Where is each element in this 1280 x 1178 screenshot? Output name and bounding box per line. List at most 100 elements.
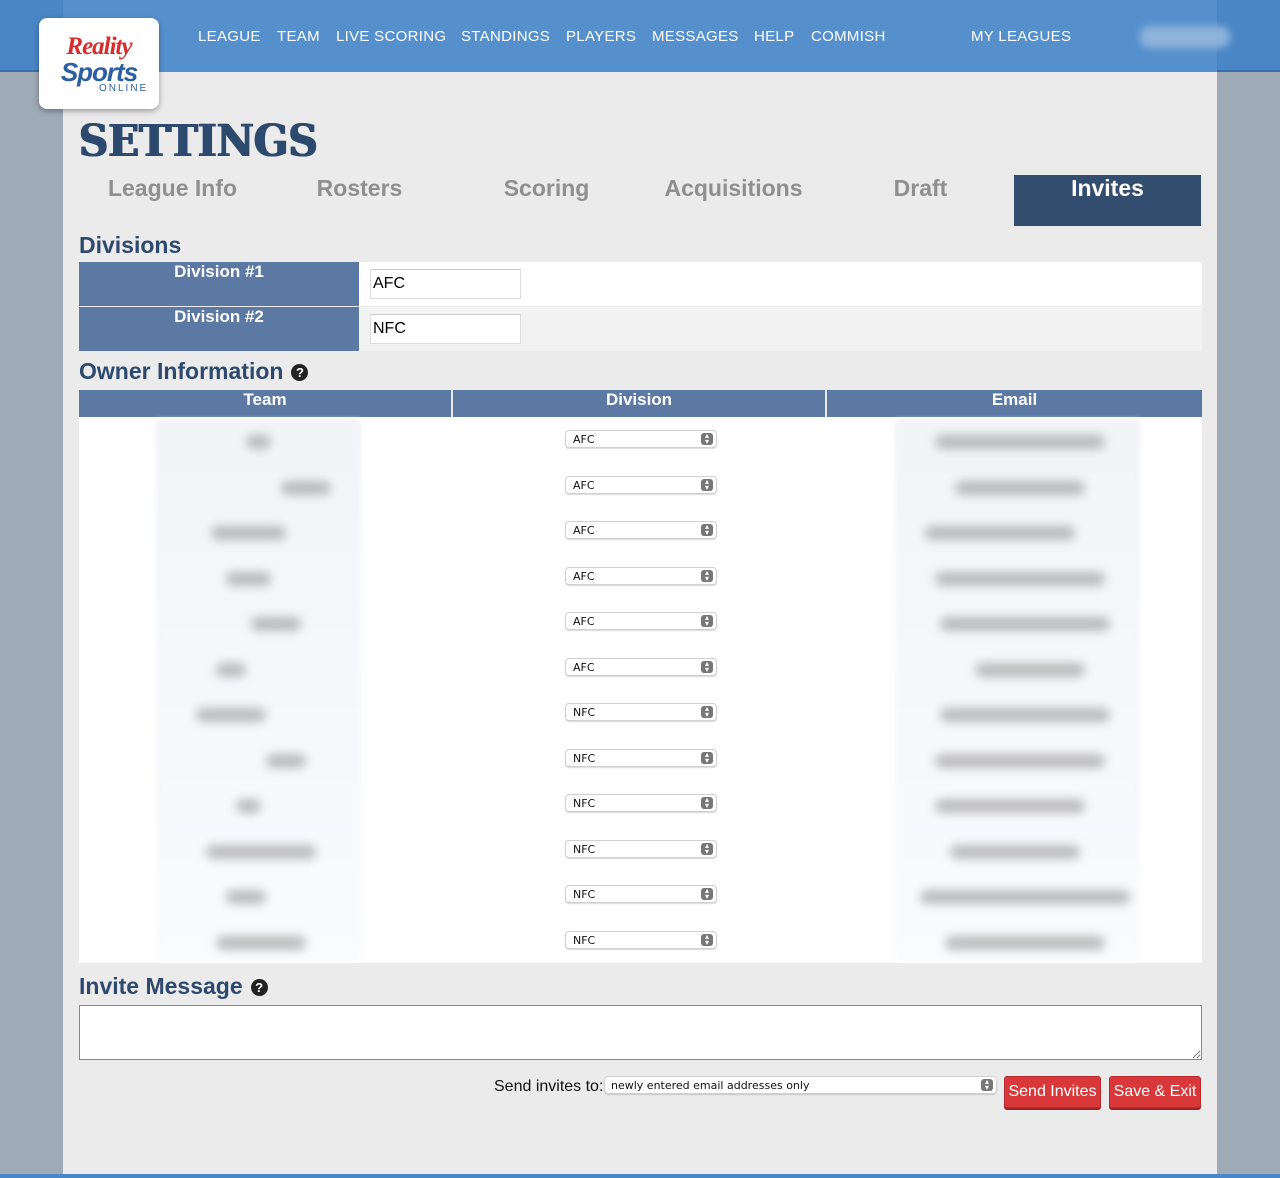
owner-row: AFC ▴ ▾ [79,560,1202,605]
division-label: Division #2 [79,307,359,351]
tab-invites[interactable]: Invites [1014,175,1201,226]
owner-row: NFC ▴ ▾ [79,696,1202,741]
nav-live-scoring[interactable]: LIVE SCORING [336,28,446,45]
select-arrows-icon: ▴ ▾ [701,705,713,719]
help-icon[interactable]: ? [250,979,268,996]
select-arrows-icon: ▴ ▾ [701,841,713,855]
division-row: Division #1 [79,262,1202,306]
owner-row: NFC ▴ ▾ [79,742,1202,787]
tab-draft[interactable]: Draft [827,175,1014,226]
team-name-blurred [226,890,266,904]
division-select[interactable]: AFC ▴ ▾ [565,657,717,676]
owner-row: AFC ▴ ▾ [79,651,1202,696]
owner-info-heading: Owner Information? [79,358,309,385]
division-select-value: AFC [573,615,595,628]
email-blurred [940,708,1110,722]
user-menu[interactable] [1140,26,1230,48]
email-blurred [940,617,1110,631]
division-select-value: AFC [573,524,595,537]
division-select-value: NFC [573,933,596,947]
nav-standings[interactable]: STANDINGS [461,28,550,45]
division-select[interactable]: NFC ▴ ▾ [565,930,717,949]
division-select-value: NFC [573,842,596,856]
owner-row: NFC ▴ ▾ [79,787,1202,832]
division-row: Division #2 [79,307,1202,351]
invite-message-title: Invite Message [79,973,243,999]
team-name-blurred [226,571,271,586]
select-arrows-icon: ▴ ▾ [701,750,713,764]
nav-messages[interactable]: MESSAGES [652,28,739,45]
division-select[interactable]: NFC ▴ ▾ [565,839,717,858]
select-arrows-icon: ▴ ▾ [701,432,713,446]
email-blurred [925,526,1075,540]
division-1-input[interactable] [370,269,521,299]
owner-row: NFC ▴ ▾ [79,924,1202,969]
tab-rosters[interactable]: Rosters [266,175,453,226]
select-arrows-icon: ▴ ▾ [701,477,713,491]
owner-row: AFC ▴ ▾ [79,423,1202,468]
top-navbar: LEAGUE TEAM LIVE SCORING STANDINGS PLAYE… [0,0,1280,72]
division-select[interactable]: AFC ▴ ▾ [565,521,717,539]
select-arrows-icon: ▴ ▾ [701,887,713,901]
email-blurred [950,844,1080,859]
division-2-input[interactable] [370,314,521,344]
bottom-strip [0,1174,1280,1178]
column-header-email: Email [827,390,1202,417]
team-name-blurred [216,935,306,950]
column-header-division: Division [453,390,825,417]
division-select[interactable]: AFC ▴ ▾ [565,475,717,494]
owner-row: NFC ▴ ▾ [79,878,1202,923]
nav-help[interactable]: HELP [754,28,794,45]
team-name-blurred [211,526,286,540]
nav-players[interactable]: PLAYERS [566,28,636,45]
select-arrows-icon: ▴ ▾ [701,614,713,628]
email-blurred [935,799,1085,813]
division-select-value: NFC [573,797,596,810]
select-arrows-icon: ▴ ▾ [701,568,713,582]
nav-my-leagues[interactable]: MY LEAGUES [971,28,1071,45]
invite-message-heading: Invite Message? [79,973,268,1000]
send-invites-to-select[interactable]: newly entered email addresses only ▴ ▾ [604,1076,997,1094]
nav-commish[interactable]: COMMISH [811,28,886,45]
tab-scoring[interactable]: Scoring [453,175,640,226]
division-select-value: AFC [573,569,595,583]
email-blurred [935,435,1105,449]
division-select[interactable]: NFC ▴ ▾ [565,703,717,721]
division-select[interactable]: NFC ▴ ▾ [565,885,717,903]
division-select-value: NFC [573,706,596,719]
division-label: Division #1 [79,262,359,306]
email-blurred [935,753,1105,768]
division-select-value: AFC [573,433,595,446]
send-invites-button[interactable]: Send Invites [1004,1076,1101,1108]
division-select[interactable]: AFC ▴ ▾ [565,430,717,448]
division-select[interactable]: AFC ▴ ▾ [565,566,717,585]
page-title: SETTINGS [79,116,318,167]
team-name-blurred [251,617,301,631]
nav-league[interactable]: LEAGUE [198,28,261,45]
select-arrows-icon: ▴ ▾ [701,796,713,810]
save-exit-button[interactable]: Save & Exit [1109,1076,1201,1108]
team-name-blurred [216,662,246,677]
select-arrows-icon: ▴ ▾ [981,1078,993,1092]
division-select-value: AFC [573,660,595,674]
select-arrows-icon: ▴ ▾ [701,932,713,946]
tab-acquisitions[interactable]: Acquisitions [640,175,827,226]
invite-message-textarea[interactable] [79,1005,1202,1060]
send-invites-to-value: newly entered email addresses only [611,1079,810,1092]
division-select[interactable]: AFC ▴ ▾ [565,612,717,630]
select-arrows-icon: ▴ ▾ [701,523,713,537]
owner-row: AFC ▴ ▾ [79,469,1202,514]
tab-league-info[interactable]: League Info [79,175,266,226]
help-icon[interactable]: ? [291,364,309,381]
division-select[interactable]: NFC ▴ ▾ [565,748,717,767]
owner-row: NFC ▴ ▾ [79,833,1202,878]
division-select[interactable]: NFC ▴ ▾ [565,794,717,812]
team-name-blurred [196,708,266,722]
site-logo[interactable]: Reality Sports ONLINE [39,18,159,109]
nav-team[interactable]: TEAM [277,28,320,45]
owner-row: AFC ▴ ▾ [79,514,1202,559]
logo-line3: ONLINE [99,83,149,94]
email-blurred [935,571,1105,586]
owner-info-title: Owner Information [79,358,284,384]
email-blurred [945,935,1105,950]
